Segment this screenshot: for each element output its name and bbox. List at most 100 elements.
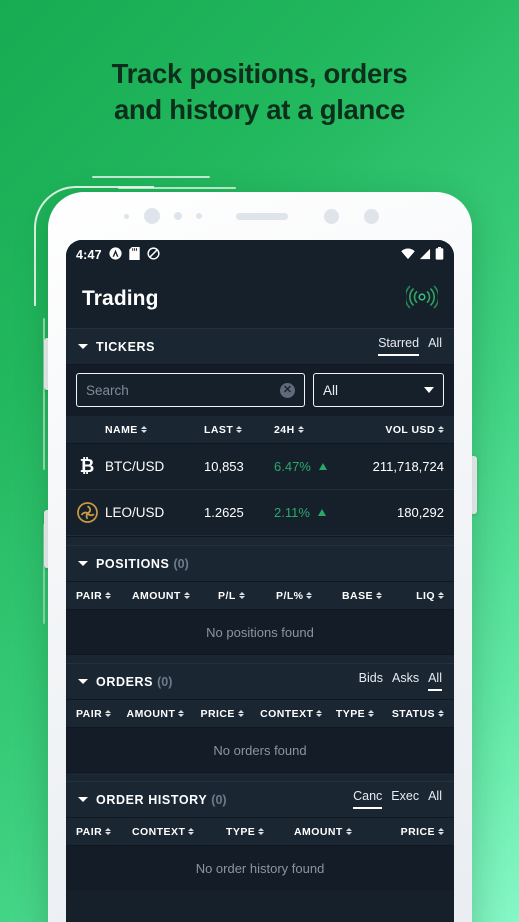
sort-icon: [375, 591, 382, 600]
orders-table-header: PAIR AMOUNT PRICE CONTEXT TYPE STATUS: [66, 700, 454, 728]
column-header-last[interactable]: LAST: [204, 424, 274, 436]
tab-orders-asks[interactable]: Asks: [392, 671, 419, 691]
table-row[interactable]: LEO/USD 1.2625 2.11% 180,292: [66, 490, 454, 536]
sort-icon: [297, 425, 304, 434]
ticker-volume: 180,292: [397, 505, 444, 520]
tab-history-exec[interactable]: Exec: [391, 789, 419, 809]
tab-tickers-starred[interactable]: Starred: [378, 336, 420, 356]
tickers-tabs: Starred All: [378, 336, 442, 356]
ticker-name-cell: LEO/USD: [76, 502, 204, 524]
column-label: PAIR: [76, 707, 103, 720]
sort-icon: [258, 827, 265, 836]
column-header-price[interactable]: PRICE: [386, 826, 444, 838]
column-label: TYPE: [226, 825, 256, 838]
positions-count: (0): [173, 556, 189, 571]
chevron-down-icon: [78, 561, 88, 566]
chevron-down-icon: [78, 344, 88, 349]
sort-icon: [236, 425, 243, 434]
column-header-context[interactable]: CONTEXT: [132, 826, 226, 838]
arrow-up-icon: [318, 463, 327, 470]
section-title-orders: ORDERS: [96, 674, 154, 689]
broadcast-icon[interactable]: [404, 284, 440, 315]
tab-tickers-all[interactable]: All: [428, 336, 442, 356]
column-header-liq[interactable]: LIQ: [404, 590, 444, 602]
column-header-24h[interactable]: 24H: [274, 424, 352, 436]
orders-count: (0): [157, 674, 173, 689]
sort-icon: [438, 709, 444, 718]
phone-screen: 4:47 Trading TICKERS Starred All Search …: [66, 240, 454, 922]
column-label: AMOUNT: [126, 707, 176, 720]
bitcoin-icon: ₿: [79, 456, 95, 476]
column-header-amount[interactable]: AMOUNT: [132, 590, 218, 602]
section-title-tickers: TICKERS: [96, 339, 156, 354]
ticker-pair: LEO/USD: [105, 505, 165, 520]
sort-icon: [438, 827, 444, 836]
column-header-pair[interactable]: PAIR: [76, 590, 132, 602]
headline-line-1: Track positions, orders: [111, 58, 408, 89]
column-label: 24H: [274, 423, 295, 436]
column-label: BASE: [342, 589, 373, 602]
ticker-name-cell: ₿ BTC/USD: [76, 456, 204, 478]
sort-icon: [188, 827, 195, 836]
section-divider: [66, 772, 454, 781]
sensor-dot-1: [124, 214, 129, 219]
page-title: Trading: [82, 287, 159, 310]
tab-history-all[interactable]: All: [428, 789, 442, 809]
column-label: LIQ: [416, 589, 435, 602]
positions-table-header: PAIR AMOUNT P/L P/L% BASE LIQ: [66, 582, 454, 610]
section-header-tickers[interactable]: TICKERS Starred All: [66, 328, 454, 365]
chevron-down-icon: [78, 797, 88, 802]
battery-icon: [435, 247, 444, 263]
column-label: PRICE: [200, 707, 235, 720]
column-header-name[interactable]: NAME: [76, 424, 204, 436]
column-header-context[interactable]: CONTEXT: [260, 708, 336, 720]
ticker-change-value: 2.11%: [274, 505, 310, 520]
section-header-order-history[interactable]: ORDER HISTORY (0) Canc Exec All: [66, 781, 454, 818]
ticker-volume: 211,718,724: [372, 459, 444, 474]
column-header-type[interactable]: TYPE: [336, 708, 392, 720]
column-header-amount[interactable]: AMOUNT: [127, 708, 201, 720]
column-header-pl-percent[interactable]: P/L%: [276, 590, 342, 602]
headline-line-2: and history at a glance: [113, 94, 406, 126]
sensor-dot-2: [174, 212, 182, 220]
status-bar-clock: 4:47: [76, 248, 102, 262]
column-header-amount[interactable]: AMOUNT: [294, 826, 386, 838]
column-header-pair[interactable]: PAIR: [76, 708, 127, 720]
column-label: PRICE: [400, 825, 435, 838]
section-header-orders[interactable]: ORDERS (0) Bids Asks All: [66, 663, 454, 700]
column-header-pair[interactable]: PAIR: [76, 826, 132, 838]
column-header-status[interactable]: STATUS: [392, 708, 444, 720]
sort-icon: [238, 591, 245, 600]
clear-search-icon[interactable]: ✕: [280, 382, 295, 398]
arrow-up-icon: [317, 509, 326, 516]
tab-history-canc[interactable]: Canc: [353, 789, 383, 809]
order-history-count: (0): [211, 792, 227, 807]
column-header-price[interactable]: PRICE: [201, 708, 261, 720]
table-row[interactable]: ₿ BTC/USD 10,853 6.47% 211,718,724: [66, 444, 454, 490]
column-label: CONTEXT: [260, 707, 314, 720]
promo-headline: Track positions, orders and history at a…: [0, 56, 519, 129]
search-box[interactable]: ✕: [76, 373, 305, 407]
sort-icon: [237, 709, 244, 718]
ticker-filter-select[interactable]: All: [313, 373, 444, 407]
search-input[interactable]: [86, 382, 280, 398]
tab-orders-all[interactable]: All: [428, 671, 442, 691]
android-status-bar: 4:47: [66, 240, 454, 270]
tickers-filter-bar: ✕ All: [66, 365, 454, 416]
tab-orders-bids[interactable]: Bids: [359, 671, 383, 691]
column-label: AMOUNT: [294, 825, 343, 838]
column-header-type[interactable]: TYPE: [226, 826, 294, 838]
column-header-base[interactable]: BASE: [342, 590, 404, 602]
column-label: CONTEXT: [132, 825, 186, 838]
column-label: AMOUNT: [132, 589, 181, 602]
app-notification-icon: [109, 247, 122, 263]
column-header-vol-usd[interactable]: VOL USD: [352, 424, 444, 436]
chevron-down-icon: [78, 679, 88, 684]
wifi-icon: [401, 248, 415, 263]
leo-token-icon: [76, 502, 98, 524]
column-label: P/L%: [276, 589, 304, 602]
section-header-positions[interactable]: POSITIONS (0): [66, 545, 454, 582]
column-header-pl[interactable]: P/L: [218, 590, 276, 602]
sort-icon: [183, 591, 190, 600]
column-label: PAIR: [76, 589, 103, 602]
